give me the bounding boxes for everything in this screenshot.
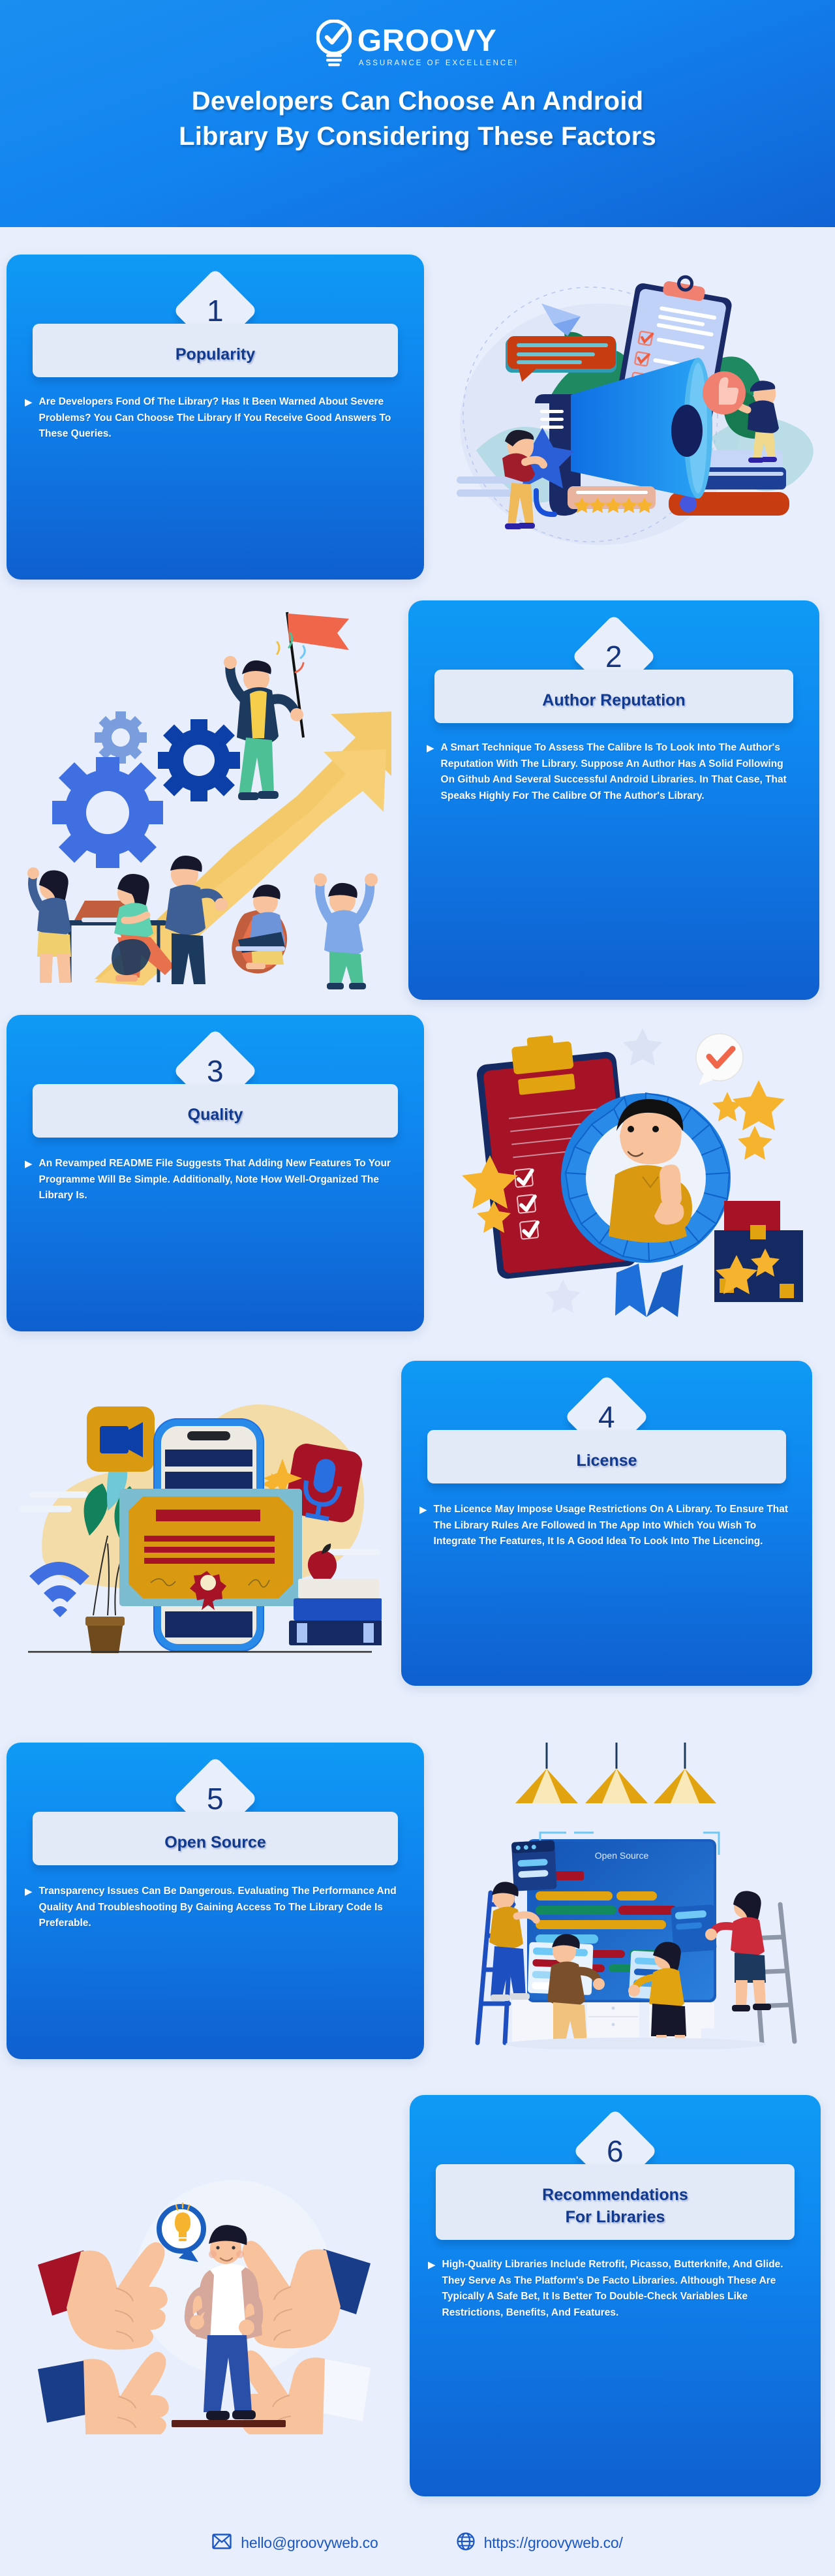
- section-quality: 3 Quality ▶ An Revamped README File Sugg…: [0, 1015, 835, 1335]
- envelope-icon: [212, 2533, 232, 2553]
- card-2-body: A Smart Technique To Assess The Calibre …: [440, 742, 787, 801]
- card-5-title-plate: Open Source: [33, 1812, 398, 1865]
- card-3-title: Quality: [187, 1106, 243, 1124]
- card-4-bullet-icon: ▶: [419, 1504, 427, 1515]
- card-2-number: 2: [605, 640, 622, 674]
- card-1-number: 1: [207, 294, 224, 328]
- page-footer: hello@groovyweb.co https://groovyweb.co/: [0, 2509, 835, 2576]
- globe-icon: [456, 2532, 475, 2554]
- illustration-5: Open Source: [450, 1743, 819, 2069]
- card-3-bullet-icon: ▶: [25, 1158, 33, 1170]
- section-popularity: 1 Popularity ▶ Are Developers Fond Of Th…: [0, 255, 835, 581]
- card-5-number: 5: [207, 1782, 224, 1816]
- illustration-2: [16, 600, 391, 1005]
- card-4-number: 4: [598, 1400, 615, 1434]
- brand-logo[interactable]: GROOVY ASSURANCE OF EXCELLENCE!: [316, 20, 519, 69]
- card-4-title: License: [576, 1451, 637, 1470]
- card-5[interactable]: 5 Open Source ▶ Transparency Issues Can …: [7, 1743, 424, 2059]
- page-title-line-1: Developers Can Choose An Android: [191, 87, 644, 116]
- card-2[interactable]: 2 Author Reputation ▶ A Smart Technique …: [408, 600, 819, 1000]
- card-4-title-plate: License: [427, 1430, 786, 1483]
- card-6-title-plate: Recommendations For Libraries: [436, 2164, 795, 2240]
- card-6-title-line-2: For Libraries: [565, 2208, 665, 2226]
- card-6-number: 6: [607, 2134, 624, 2168]
- illustration-1: [437, 255, 815, 581]
- card-4[interactable]: 4 License ▶ The Licence May Impose Usage…: [401, 1361, 812, 1686]
- card-1-title: Popularity: [175, 345, 256, 364]
- section-open-source: 5 Open Source ▶ Transparency Issues Can …: [0, 1743, 835, 2069]
- section-recommendations: 6 Recommendations For Libraries ▶ High-Q…: [0, 2095, 835, 2496]
- logo-wordmark: GROOVY: [357, 23, 497, 57]
- card-5-title: Open Source: [164, 1833, 266, 1852]
- page-title-line-2: Library By Considering These Factors: [179, 122, 656, 151]
- page-header: GROOVY ASSURANCE OF EXCELLENCE! Develope…: [0, 0, 835, 227]
- card-3-number: 3: [207, 1054, 224, 1088]
- card-2-title: Author Reputation: [542, 691, 686, 709]
- illustration-3: [453, 1015, 812, 1335]
- footer-website[interactable]: https://groovyweb.co/: [456, 2532, 623, 2554]
- card-4-body: The Licence May Impose Usage Restriction…: [433, 1504, 789, 1547]
- lightbulb-check-icon: [316, 20, 352, 69]
- card-1-title-plate: Popularity: [33, 324, 398, 377]
- illustration-4: [16, 1361, 382, 1694]
- footer-email-label: hello@groovyweb.co: [241, 2534, 378, 2551]
- illustration-6: [18, 2095, 390, 2496]
- card-2-bullet-icon: ▶: [427, 743, 434, 754]
- card-1[interactable]: 1 Popularity ▶ Are Developers Fond Of Th…: [7, 255, 424, 580]
- card-3-title-plate: Quality: [33, 1084, 398, 1138]
- card-6-body: High-Quality Libraries Include Retrofit,…: [442, 2259, 783, 2318]
- section-author-reputation: 2 Author Reputation ▶ A Smart Technique …: [0, 600, 835, 1005]
- card-6-title: Recommendations: [542, 2186, 688, 2204]
- card-3[interactable]: 3 Quality ▶ An Revamped README File Sugg…: [7, 1015, 424, 1331]
- footer-website-label: https://groovyweb.co/: [483, 2534, 623, 2551]
- illustration-screen-title: Open Source: [595, 1850, 649, 1861]
- card-3-body: An Revamped README File Suggests That Ad…: [38, 1158, 391, 1202]
- card-6[interactable]: 6 Recommendations For Libraries ▶ High-Q…: [410, 2095, 821, 2496]
- card-6-bullet-icon: ▶: [428, 2259, 436, 2271]
- logo-tagline: ASSURANCE OF EXCELLENCE!: [358, 59, 519, 67]
- footer-email[interactable]: hello@groovyweb.co: [212, 2533, 378, 2553]
- card-1-body: Are Developers Fond Of The Library? Has …: [38, 396, 391, 440]
- card-5-bullet-icon: ▶: [25, 1886, 33, 1897]
- page-title: Developers Can Choose An Android Library…: [55, 84, 780, 154]
- card-1-bullet-icon: ▶: [25, 397, 33, 408]
- card-2-title-plate: Author Reputation: [434, 670, 793, 723]
- section-license: 4 License ▶ The Licence May Impose Usage…: [0, 1361, 835, 1694]
- card-5-body: Transparency Issues Can Be Dangerous. Ev…: [38, 1885, 397, 1929]
